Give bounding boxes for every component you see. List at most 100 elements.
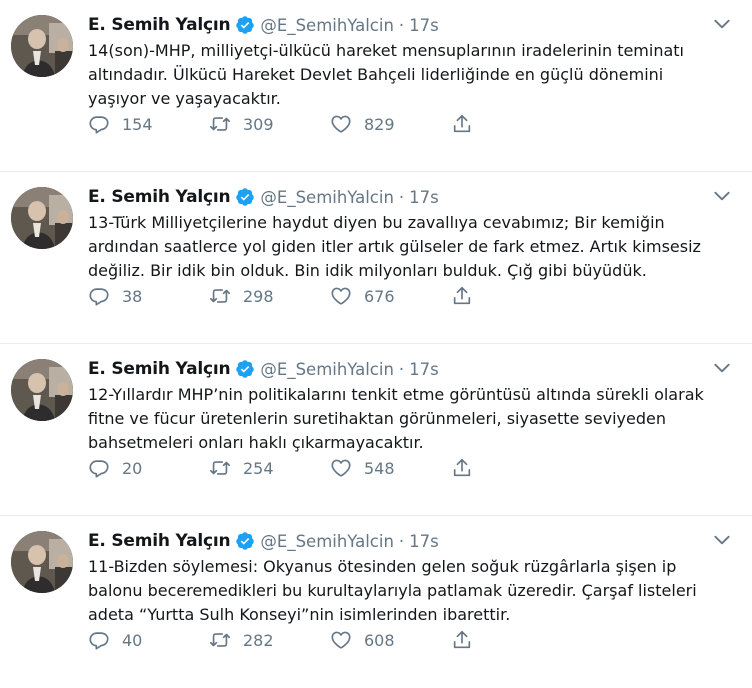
author-name[interactable]: E. Semih Yalçın — [88, 359, 231, 379]
author-name[interactable]: E. Semih Yalçın — [88, 15, 231, 35]
avatar[interactable] — [11, 359, 73, 421]
separator-dot: · — [398, 531, 405, 551]
chevron-down-icon[interactable] — [712, 186, 732, 206]
retweet-button[interactable]: 254 — [209, 457, 330, 479]
retweet-icon — [210, 117, 230, 131]
tweet-text-line: 14(son)-MHP, milliyetçi-ülkücü hareket m… — [88, 41, 684, 60]
retweet-button[interactable]: 309 — [209, 113, 330, 135]
retweet-icon — [210, 461, 230, 475]
verified-badge-icon — [235, 359, 255, 379]
like-count: 608 — [364, 630, 395, 650]
share-button[interactable] — [451, 457, 572, 479]
heart-icon — [331, 287, 351, 305]
avatar[interactable] — [11, 187, 73, 249]
heart-icon — [331, 631, 351, 649]
tweet-actions: 38 298 676 — [88, 285, 572, 307]
reply-icon — [89, 632, 109, 650]
reply-count: 38 — [122, 286, 143, 306]
chevron-down-icon[interactable] — [712, 14, 732, 34]
tweet[interactable]: E. Semih Yalçın @E_SemihYalcin · 17s 13-… — [0, 172, 752, 344]
tweet-text: 14(son)-MHP, milliyetçi-ülkücü hareket m… — [88, 39, 728, 111]
tweet-text-line: adeta “Yurtta Sulh Konseyi”nin isimlerin… — [88, 605, 511, 624]
avatar[interactable] — [11, 531, 73, 593]
like-count: 829 — [364, 114, 395, 134]
tweet-text-line: altındadır. Ülkücü Hareket Devlet Bahçel… — [88, 65, 664, 84]
timeline: E. Semih Yalçın @E_SemihYalcin · 17s 14(… — [0, 0, 752, 688]
verified-badge-icon — [235, 15, 255, 35]
tweet-actions: 154 309 829 — [88, 113, 572, 135]
like-count: 676 — [364, 286, 395, 306]
timestamp[interactable]: 17s — [409, 360, 439, 379]
tweet-text-line: ardından saatlerce yol giden itler artık… — [88, 237, 701, 256]
retweet-button[interactable]: 298 — [209, 285, 330, 307]
avatar-photo-icon — [11, 359, 73, 421]
tweet-text-line: balonu beceremedikleri bu kurultaylarıyl… — [88, 581, 697, 600]
tweet-actions: 40 282 608 — [88, 629, 572, 651]
author-name[interactable]: E. Semih Yalçın — [88, 187, 231, 207]
reply-button[interactable]: 20 — [88, 457, 209, 479]
share-button[interactable] — [451, 113, 572, 135]
share-icon — [453, 458, 471, 477]
author-name[interactable]: E. Semih Yalçın — [88, 531, 231, 551]
reply-count: 40 — [122, 630, 143, 650]
like-button[interactable]: 608 — [330, 629, 451, 651]
reply-icon — [89, 460, 109, 478]
retweet-count: 254 — [243, 458, 274, 478]
retweet-count: 282 — [243, 630, 274, 650]
like-button[interactable]: 676 — [330, 285, 451, 307]
share-button[interactable] — [451, 629, 572, 651]
separator-dot: · — [398, 359, 405, 379]
chevron-down-icon[interactable] — [712, 530, 732, 550]
heart-icon — [331, 115, 351, 133]
reply-button[interactable]: 40 — [88, 629, 209, 651]
timestamp[interactable]: 17s — [409, 188, 439, 207]
timestamp[interactable]: 17s — [409, 532, 439, 551]
tweet-text-line: değiliz. Bir idik bin olduk. Bin idik mi… — [88, 261, 647, 280]
tweet-text-line: 12-Yıllardır MHP’nin politikalarını tenk… — [88, 385, 704, 404]
tweet-text-line: bahsetmeleri onları haklı çıkarmayacaktı… — [88, 433, 424, 452]
share-icon — [453, 630, 471, 649]
tweet[interactable]: E. Semih Yalçın @E_SemihYalcin · 17s 12-… — [0, 344, 752, 516]
separator-dot: · — [398, 15, 405, 35]
retweet-button[interactable]: 282 — [209, 629, 330, 651]
heart-icon — [331, 459, 351, 477]
tweet-text: 11-Bizden söylemesi: Okyanus ötesinden g… — [88, 555, 728, 627]
reply-count: 154 — [122, 114, 153, 134]
author-handle[interactable]: @E_SemihYalcin — [260, 360, 394, 379]
timestamp[interactable]: 17s — [409, 16, 439, 35]
author-handle[interactable]: @E_SemihYalcin — [260, 16, 394, 35]
chevron-down-icon[interactable] — [712, 358, 732, 378]
tweet[interactable]: E. Semih Yalçın @E_SemihYalcin · 17s 14(… — [0, 0, 752, 172]
tweet-actions: 20 254 548 — [88, 457, 572, 479]
avatar-photo-icon — [11, 531, 73, 593]
retweet-icon — [210, 289, 230, 303]
reply-button[interactable]: 38 — [88, 285, 209, 307]
verified-badge-icon — [235, 531, 255, 551]
like-button[interactable]: 548 — [330, 457, 451, 479]
author-handle[interactable]: @E_SemihYalcin — [260, 188, 394, 207]
separator-dot: · — [398, 187, 405, 207]
verified-badge-icon — [235, 187, 255, 207]
share-icon — [453, 286, 471, 305]
retweet-count: 298 — [243, 286, 274, 306]
reply-count: 20 — [122, 458, 143, 478]
tweet[interactable]: E. Semih Yalçın @E_SemihYalcin · 17s 11-… — [0, 516, 752, 688]
avatar-photo-icon — [11, 187, 73, 249]
retweet-count: 309 — [243, 114, 274, 134]
avatar[interactable] — [11, 15, 73, 77]
like-count: 548 — [364, 458, 395, 478]
reply-icon — [89, 116, 109, 134]
like-button[interactable]: 829 — [330, 113, 451, 135]
retweet-icon — [210, 633, 230, 647]
share-icon — [453, 114, 471, 133]
tweet-text-line: 13-Türk Milliyetçilerine haydut diyen bu… — [88, 213, 665, 232]
tweet-text-line: 11-Bizden söylemesi: Okyanus ötesinden g… — [88, 557, 677, 576]
tweet-text: 13-Türk Milliyetçilerine haydut diyen bu… — [88, 211, 728, 283]
tweet-text-line: fitne ve fücur üretenlerin suretihaktan … — [88, 409, 666, 428]
reply-button[interactable]: 154 — [88, 113, 209, 135]
author-handle[interactable]: @E_SemihYalcin — [260, 532, 394, 551]
share-button[interactable] — [451, 285, 572, 307]
avatar-photo-icon — [11, 15, 73, 77]
tweet-text-line: yaşıyor ve yaşayacaktır. — [88, 89, 281, 108]
tweet-text: 12-Yıllardır MHP’nin politikalarını tenk… — [88, 383, 728, 455]
